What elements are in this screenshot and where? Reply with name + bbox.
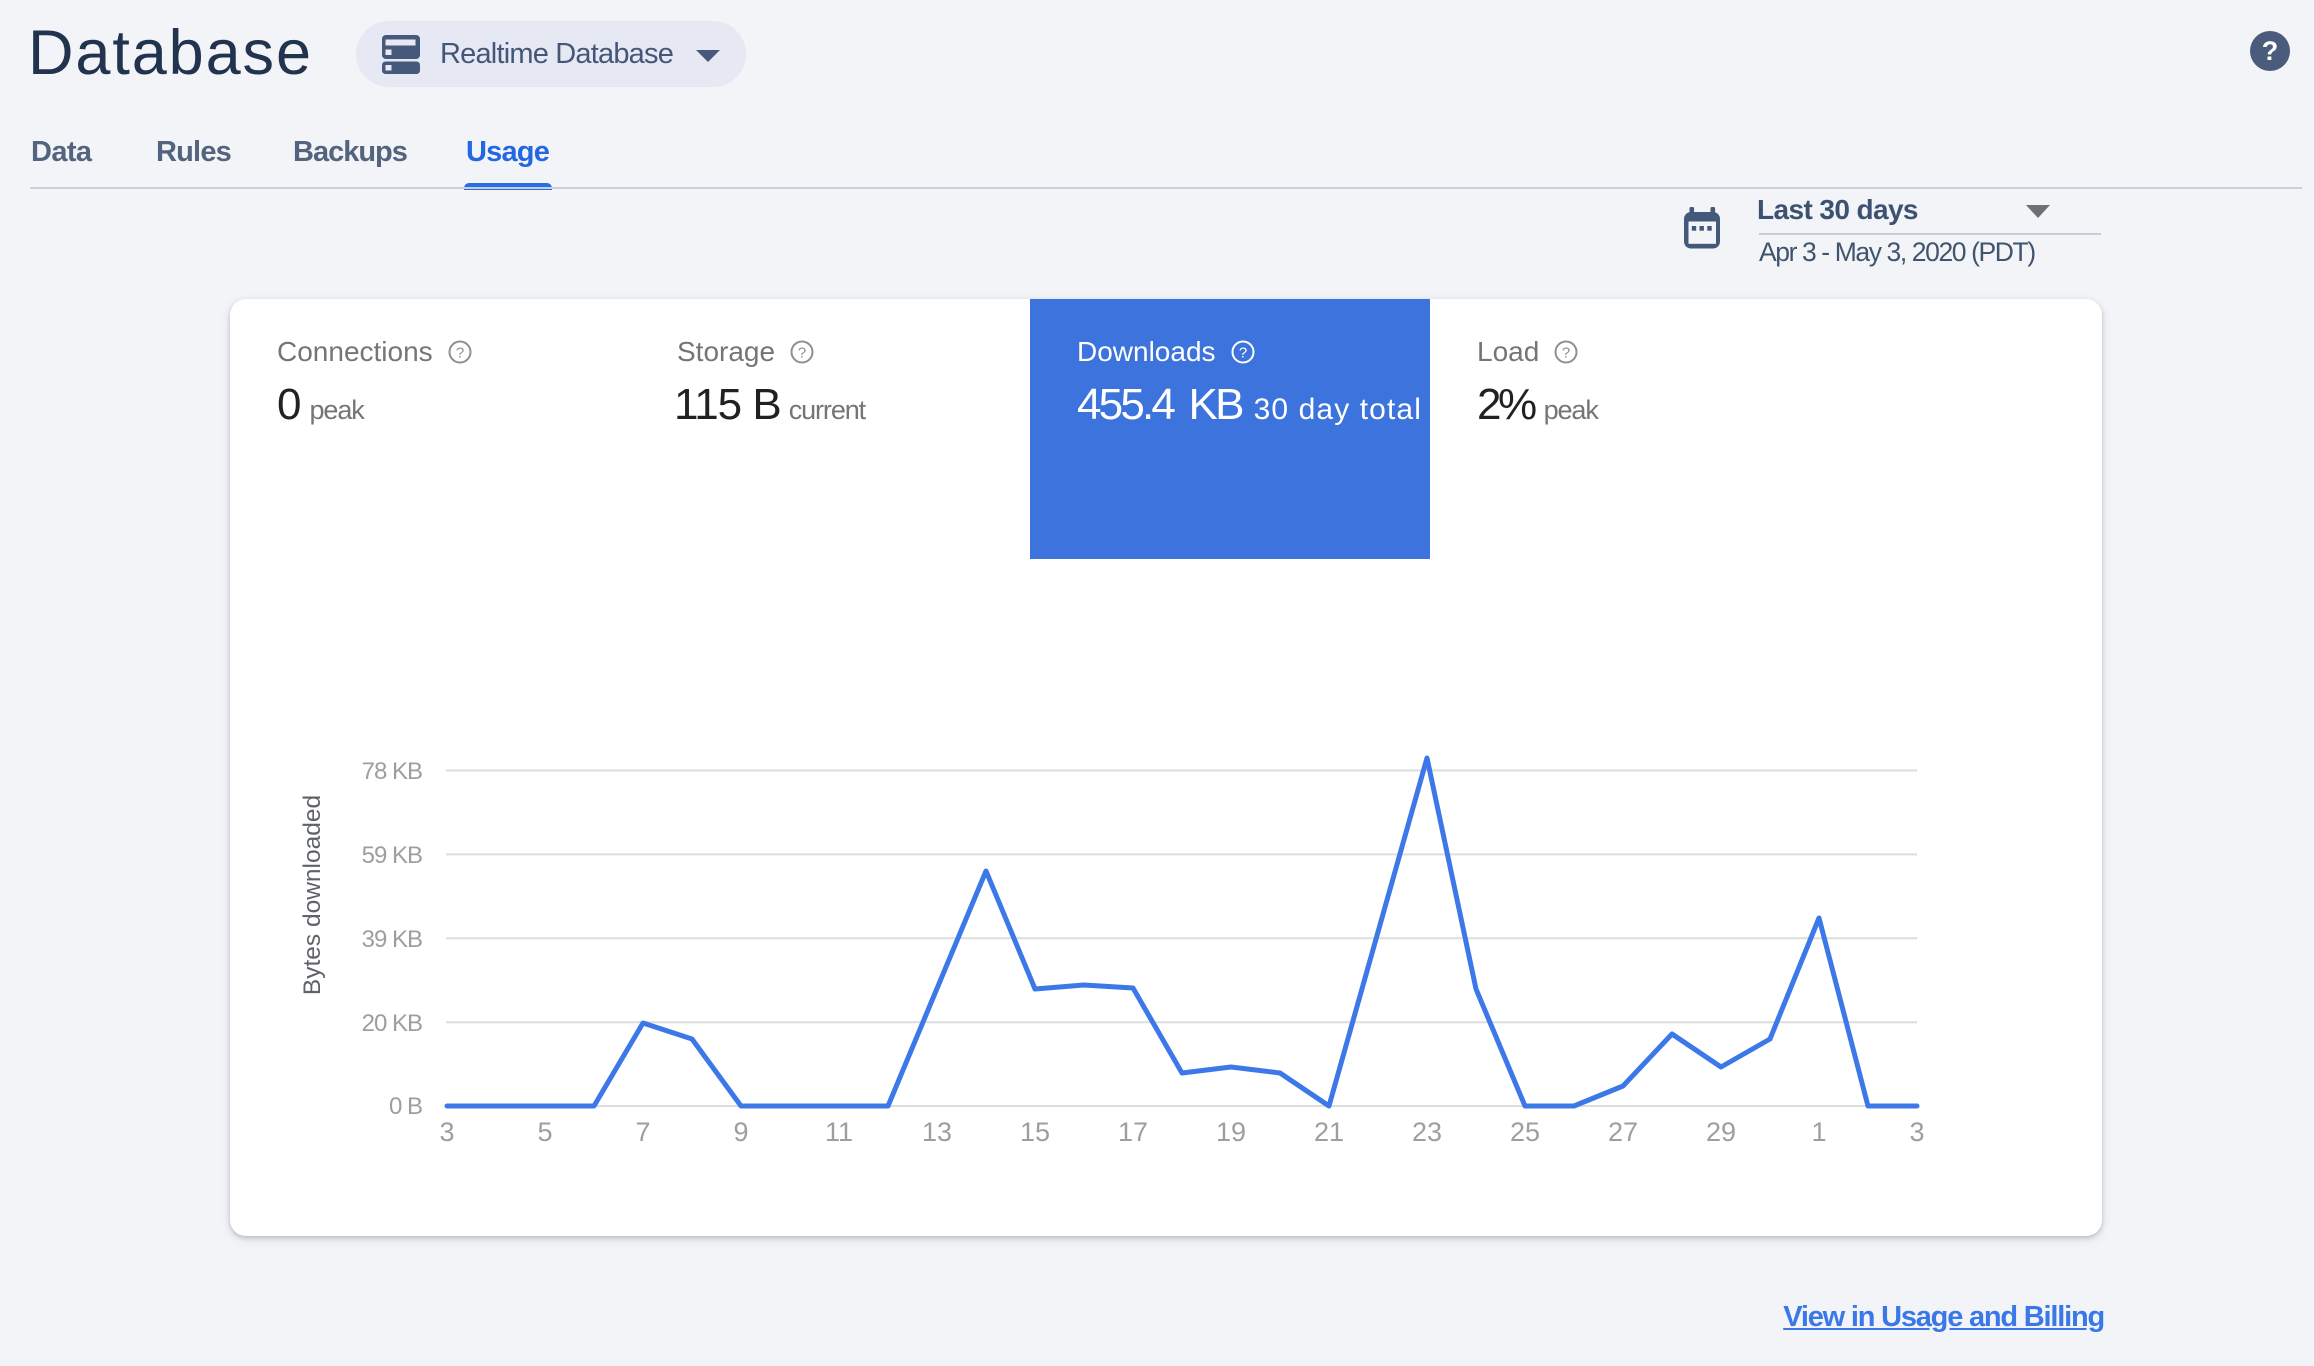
- svg-text:59 KB: 59 KB: [362, 842, 422, 869]
- svg-text:27: 27: [1608, 1117, 1638, 1147]
- svg-text:21: 21: [1314, 1117, 1344, 1147]
- svg-text:7: 7: [635, 1117, 650, 1147]
- svg-text:15: 15: [1020, 1117, 1050, 1147]
- svg-text:23: 23: [1412, 1117, 1442, 1147]
- svg-text:17: 17: [1118, 1117, 1148, 1147]
- svg-text:29: 29: [1706, 1117, 1736, 1147]
- svg-text:3: 3: [439, 1117, 454, 1147]
- svg-text:1: 1: [1811, 1117, 1826, 1147]
- svg-text:25: 25: [1510, 1117, 1540, 1147]
- svg-text:19: 19: [1216, 1117, 1246, 1147]
- svg-text:11: 11: [825, 1117, 853, 1147]
- svg-text:3: 3: [1909, 1117, 1924, 1147]
- svg-text:78 KB: 78 KB: [362, 758, 422, 785]
- svg-text:Bytes downloaded: Bytes downloaded: [299, 795, 326, 995]
- svg-text:39 KB: 39 KB: [362, 926, 422, 953]
- svg-text:5: 5: [537, 1117, 552, 1147]
- svg-text:13: 13: [922, 1117, 952, 1147]
- svg-text:9: 9: [733, 1117, 748, 1147]
- svg-text:20 KB: 20 KB: [362, 1010, 422, 1037]
- svg-text:0 B: 0 B: [389, 1093, 422, 1120]
